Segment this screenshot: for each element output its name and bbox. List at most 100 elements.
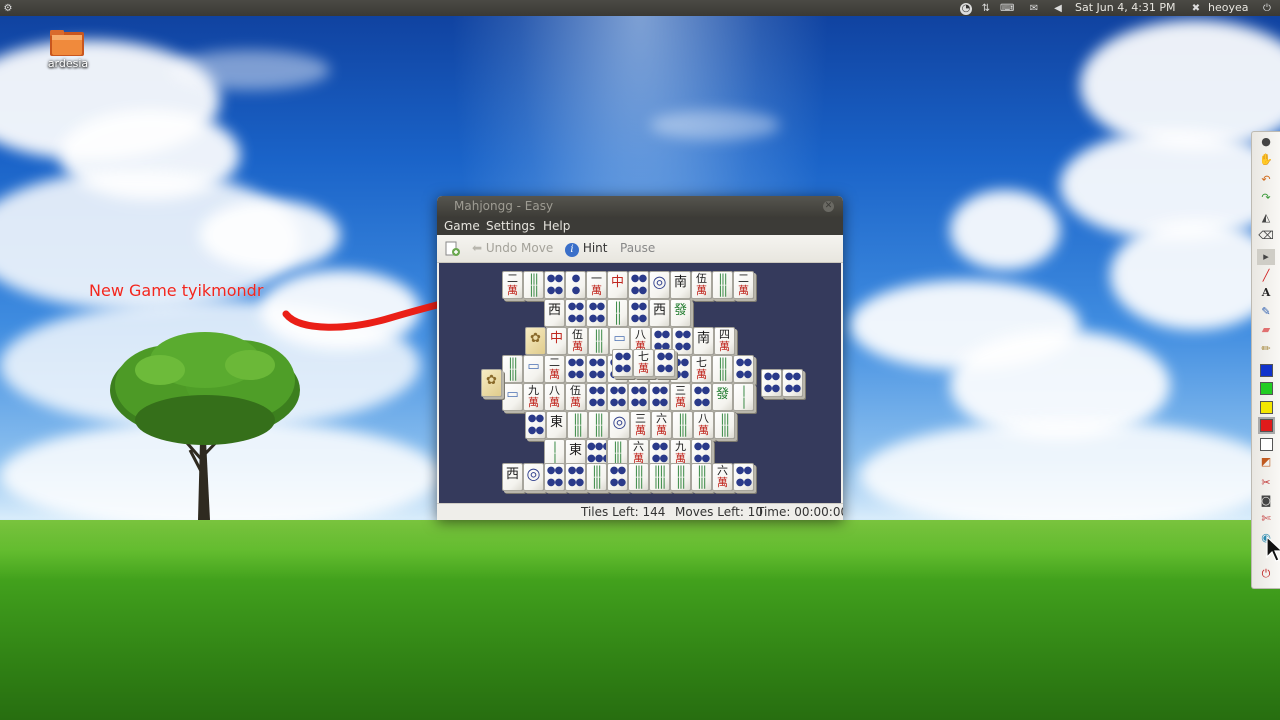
mahjong-tile[interactable]: ◎ xyxy=(609,411,630,439)
mahjong-tile[interactable]: 九萬 xyxy=(523,383,544,411)
mahjong-tile[interactable]: ◎ xyxy=(649,271,670,299)
mahjong-tile[interactable]: ●●●● xyxy=(565,463,586,491)
mahjong-tile[interactable]: 伍萬 xyxy=(565,383,586,411)
color-swatch-white[interactable] xyxy=(1260,438,1273,451)
volume-icon[interactable]: ◀ xyxy=(1052,0,1064,16)
mahjong-tile[interactable]: ||| ||| xyxy=(588,411,609,439)
mahjong-tile[interactable]: 南 xyxy=(693,327,714,355)
new-game-button[interactable] xyxy=(444,241,460,260)
ubuntu-logo-icon[interactable]: ⚙ xyxy=(2,0,14,16)
mahjong-tile[interactable]: ◎ xyxy=(523,463,544,491)
mahjong-tile[interactable]: ||| ||| xyxy=(588,327,609,355)
mahjong-tile[interactable]: ●●●● xyxy=(565,299,586,327)
mail-icon[interactable]: ✉ xyxy=(1028,0,1040,16)
power-icon[interactable]: ⏻ xyxy=(1261,0,1273,16)
mahjong-tile[interactable]: 二萬 xyxy=(502,271,523,299)
mahjong-tile[interactable]: ●●●● xyxy=(628,299,649,327)
clock-icon[interactable]: ◔ xyxy=(960,0,972,16)
mahjong-tile[interactable]: ●●●● xyxy=(782,369,803,397)
mahjong-tile[interactable]: ●●●● xyxy=(586,299,607,327)
menu-help[interactable]: Help xyxy=(543,219,570,233)
mahjong-tile[interactable]: ||| ||| xyxy=(691,463,712,491)
hint-button[interactable]: i Hint xyxy=(565,241,608,257)
mahjong-tile[interactable]: ||| ||| xyxy=(567,411,588,439)
menu-game[interactable]: Game xyxy=(444,219,480,233)
mahjong-tile[interactable]: 七萬 xyxy=(633,349,654,377)
color-swatch-yellow[interactable] xyxy=(1260,401,1273,414)
pen-icon[interactable]: ╱ xyxy=(1257,268,1275,284)
mahjong-tile[interactable]: 七萬 xyxy=(691,355,712,383)
keyboard-icon[interactable]: ⌨ xyxy=(1000,0,1014,16)
mahjong-tile[interactable]: 伍萬 xyxy=(691,271,712,299)
mahjong-tile[interactable]: | | xyxy=(733,383,754,411)
mahjong-tile[interactable]: ●●●● xyxy=(628,271,649,299)
mahjong-tile[interactable]: 西 xyxy=(544,299,565,327)
eraser-icon[interactable]: ▰ xyxy=(1257,322,1275,338)
scissors-icon[interactable]: ✄ xyxy=(1257,511,1275,527)
bucket-icon[interactable]: ◭ xyxy=(1257,210,1275,226)
mahjong-tile[interactable]: ●●●● xyxy=(607,383,628,411)
mahjong-tile[interactable]: ||| ||| xyxy=(712,355,733,383)
mahjong-tile[interactable]: ●●●● xyxy=(586,383,607,411)
camera-icon[interactable]: ◙ xyxy=(1257,493,1275,509)
pause-button[interactable]: Pause xyxy=(620,241,655,255)
mahjong-tile[interactable]: ●●●● xyxy=(544,463,565,491)
mahjong-tile[interactable]: ||| ||| xyxy=(502,355,523,383)
mahjong-tile[interactable]: |||| |||| xyxy=(649,463,670,491)
mahjong-tile[interactable]: 二萬 xyxy=(733,271,754,299)
mahjong-tile[interactable]: ●●●● xyxy=(733,463,754,491)
mahjong-tile[interactable]: 發 xyxy=(670,299,691,327)
mahjong-tile[interactable]: 三萬 xyxy=(630,411,651,439)
undo-icon[interactable]: ↶ xyxy=(1257,172,1275,188)
mahjong-tile[interactable]: ●●●● xyxy=(525,411,546,439)
mahjong-tile[interactable]: ●●●● xyxy=(544,271,565,299)
mahjong-tile[interactable]: 中 xyxy=(607,271,628,299)
mahjong-tile[interactable]: ●●●● xyxy=(672,327,693,355)
pointer-dot-icon[interactable]: ● xyxy=(1257,134,1275,150)
mahjong-tile[interactable]: ●●●● xyxy=(612,349,633,377)
mahjong-tile[interactable]: 四萬 xyxy=(714,327,735,355)
mahjong-tile[interactable]: ▭ xyxy=(523,355,544,383)
mahjong-tile[interactable]: ▭ xyxy=(502,383,523,411)
tools-icon[interactable]: ✂ xyxy=(1257,475,1275,491)
mahjong-tile[interactable]: 二萬 xyxy=(544,355,565,383)
color-picker-icon[interactable]: ◩ xyxy=(1257,454,1275,470)
user-name[interactable]: heoyea xyxy=(1208,0,1249,16)
mahjong-tile[interactable]: ||| ||| xyxy=(672,411,693,439)
pencil-icon[interactable]: ✏ xyxy=(1257,341,1275,357)
mahjong-tile[interactable]: ✿ xyxy=(525,327,546,355)
mahjong-tile[interactable]: 六萬 xyxy=(712,463,733,491)
date-time[interactable]: Sat Jun 4, 4:31 PM xyxy=(1075,0,1176,16)
mahjong-tile[interactable]: ●●●● xyxy=(761,369,782,397)
mahjong-tile[interactable]: 伍萬 xyxy=(567,327,588,355)
mahjong-tile[interactable]: ||| ||| xyxy=(586,463,607,491)
mahjong-tile[interactable]: ||| ||| xyxy=(523,271,544,299)
mahjong-tile[interactable]: || || xyxy=(607,299,628,327)
title-bar[interactable]: Mahjongg - Easy ✕ xyxy=(437,196,843,217)
mahjong-tile[interactable]: 發 xyxy=(712,383,733,411)
clear-icon[interactable]: ⌫ xyxy=(1257,228,1275,244)
game-board[interactable]: 二萬 ||| ||| ●● ●● ● ● 一萬中 ●● ●● ◎ 南伍萬 ||| ||| 二萬西 ●● ●● ●●… xyxy=(439,263,841,503)
text-tool-icon[interactable]: A xyxy=(1257,285,1275,301)
mahjong-tile[interactable]: ●●●● xyxy=(654,349,675,377)
mahjong-tile[interactable]: ||| ||| xyxy=(714,411,735,439)
hand-icon[interactable]: ✋ xyxy=(1257,152,1275,168)
arrow-tool-icon[interactable]: ▸ xyxy=(1257,249,1275,265)
mahjong-tile[interactable]: ✿ xyxy=(481,369,502,397)
folder-icon[interactable] xyxy=(49,27,85,57)
mahjong-tile[interactable]: 東 xyxy=(546,411,567,439)
mahjong-tile[interactable]: 一萬 xyxy=(586,271,607,299)
color-swatch-red[interactable] xyxy=(1260,419,1273,432)
mahjong-tile[interactable]: 中 xyxy=(546,327,567,355)
mahjong-tile[interactable]: ●●●● xyxy=(733,355,754,383)
redo-icon[interactable]: ↷ xyxy=(1257,190,1275,206)
highlighter-icon[interactable]: ✎ xyxy=(1257,304,1275,320)
mahjong-tile[interactable]: 南 xyxy=(670,271,691,299)
mahjong-tile[interactable]: ●●●● xyxy=(628,383,649,411)
mahjong-tile[interactable]: ●●●● xyxy=(586,355,607,383)
mahjong-tile[interactable]: ||| ||| xyxy=(628,463,649,491)
color-swatch-green[interactable] xyxy=(1260,382,1273,395)
undo-move-button[interactable]: ⬅ Undo Move xyxy=(472,241,553,255)
color-swatch-blue[interactable] xyxy=(1260,364,1273,377)
mahjong-tile[interactable]: 八萬 xyxy=(544,383,565,411)
